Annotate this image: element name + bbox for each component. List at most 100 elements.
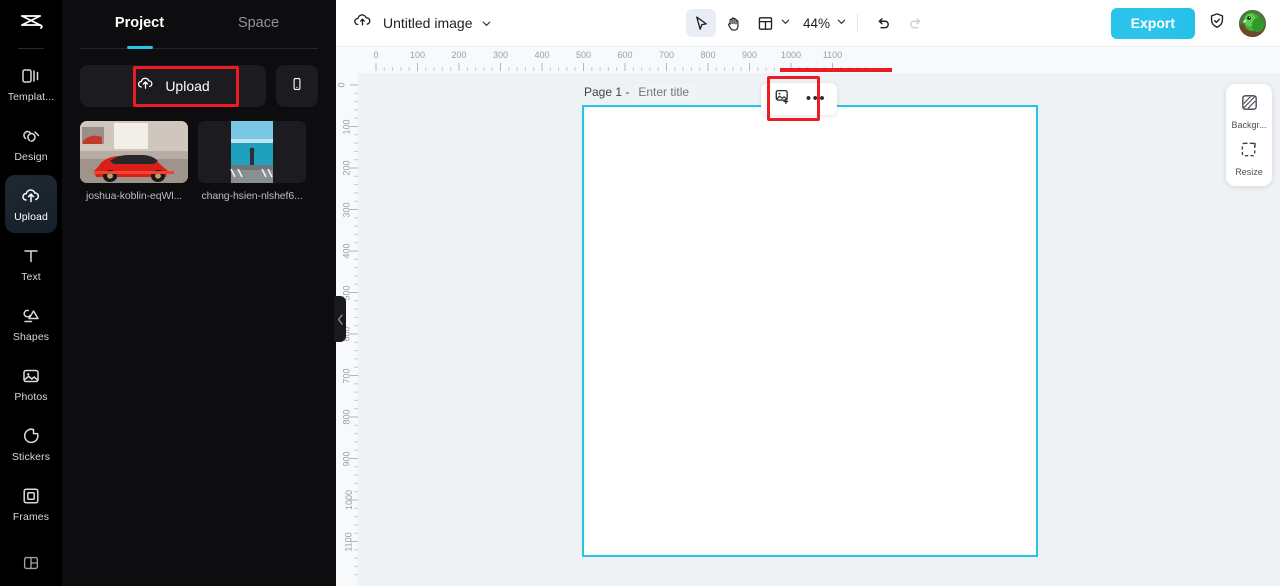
shapes-icon bbox=[20, 305, 42, 327]
text-icon bbox=[20, 245, 42, 267]
sidebar-item-shapes[interactable]: Shapes bbox=[5, 295, 57, 353]
rail-divider bbox=[18, 48, 44, 49]
sidebar-item-label: Stickers bbox=[11, 451, 51, 463]
chevron-down-icon[interactable] bbox=[481, 18, 492, 29]
ruler-tick-label: 1000 bbox=[344, 489, 355, 511]
mobile-phone-icon bbox=[289, 76, 305, 97]
topbar-right-group: Export bbox=[1110, 7, 1266, 39]
main-area: Untitled image 44% Export 0 100 200 300 … bbox=[336, 0, 1280, 586]
resize-frame-icon bbox=[1240, 140, 1259, 164]
sidebar-item-templates[interactable]: Templat... bbox=[5, 55, 57, 113]
toolbar-divider bbox=[857, 14, 859, 32]
ruler-tick-label: 1000 bbox=[780, 50, 802, 60]
background-button-label: Backgr... bbox=[1231, 120, 1267, 130]
upload-button[interactable]: Upload bbox=[80, 65, 266, 107]
photo-icon bbox=[20, 365, 42, 387]
sidebar-item-label: Templat... bbox=[7, 91, 55, 103]
more-options-button[interactable]: ••• bbox=[799, 85, 833, 113]
upload-row: Upload bbox=[62, 49, 336, 107]
sidebar-item-photos[interactable]: Photos bbox=[5, 355, 57, 413]
shield-check-icon[interactable] bbox=[1207, 11, 1227, 36]
ruler-tick-label: 800 bbox=[700, 50, 716, 60]
resize-button[interactable]: Resize bbox=[1227, 140, 1271, 177]
avatar[interactable] bbox=[1239, 9, 1266, 37]
ruler-tick-label: 300 bbox=[492, 50, 509, 60]
cloud-sync-icon[interactable] bbox=[352, 10, 373, 36]
canvas-page[interactable] bbox=[582, 105, 1038, 557]
asset-thumbnail[interactable] bbox=[198, 121, 306, 183]
redo-button[interactable] bbox=[900, 9, 930, 37]
background-button[interactable]: Backgr... bbox=[1227, 93, 1271, 130]
upload-button-label: Upload bbox=[165, 78, 210, 94]
sidebar-item-frames[interactable]: Frames bbox=[5, 475, 57, 533]
sidebar-item-label: Upload bbox=[14, 211, 48, 223]
select-tool[interactable] bbox=[685, 9, 716, 37]
layout-tool[interactable] bbox=[750, 9, 780, 37]
panel-collapse-handle[interactable] bbox=[334, 296, 346, 342]
ruler-tick-label: 200 bbox=[341, 160, 352, 176]
hand-tool[interactable] bbox=[718, 9, 748, 37]
asset-thumbnail-list: joshua-koblin-eqWl... chang-hsien-nlshef… bbox=[62, 107, 336, 202]
rail-bottom-action[interactable] bbox=[0, 553, 62, 578]
mobile-upload-button[interactable] bbox=[276, 65, 318, 107]
sidebar-item-text[interactable]: Text bbox=[5, 235, 57, 293]
ruler-tick-label: 200 bbox=[451, 50, 467, 60]
cloud-upload-icon bbox=[136, 74, 155, 98]
add-image-icon bbox=[774, 88, 791, 110]
panel-tab-bar: Project Space bbox=[62, 0, 336, 46]
layout-tool-group[interactable] bbox=[750, 9, 791, 37]
sidebar-item-label: Frames bbox=[12, 511, 50, 523]
asset-thumbnail[interactable] bbox=[80, 121, 188, 183]
canvas-workspace[interactable]: 0 100 200 300 400 500 600 700 800 900 1000 1100 0 10… bbox=[336, 47, 1280, 586]
background-pattern-icon bbox=[1240, 93, 1259, 117]
capcut-logo-icon[interactable] bbox=[0, 0, 62, 48]
ruler-selection-highlight bbox=[780, 68, 892, 72]
page-title-input[interactable] bbox=[635, 84, 698, 100]
page-action-bar: ••• bbox=[761, 83, 837, 115]
app-root: Templat... Design Upload Text Shapes Pho… bbox=[0, 0, 1280, 586]
ruler-tick-label: 900 bbox=[341, 450, 352, 467]
ruler-tick-label: 1100 bbox=[822, 50, 843, 60]
sidebar-item-upload[interactable]: Upload bbox=[5, 175, 57, 233]
chevron-down-icon[interactable] bbox=[780, 14, 791, 32]
add-image-button[interactable] bbox=[765, 85, 799, 113]
ruler-tick-label: 100 bbox=[409, 50, 426, 60]
canvas-side-panel: Backgr... Resize bbox=[1226, 84, 1272, 186]
ruler-tick-label: 300 bbox=[341, 201, 352, 218]
page-label: Page 1 - bbox=[584, 85, 630, 99]
frame-icon bbox=[20, 485, 42, 507]
sidebar-item-design[interactable]: Design bbox=[5, 115, 57, 173]
resize-button-label: Resize bbox=[1235, 167, 1263, 177]
layout-grid-icon bbox=[21, 553, 41, 578]
ruler-tick-label: 800 bbox=[341, 409, 352, 425]
sticker-icon bbox=[20, 425, 42, 447]
template-icon bbox=[20, 65, 42, 87]
ruler-tick-label: 400 bbox=[534, 50, 550, 60]
list-item[interactable]: chang-hsien-nlshef6... bbox=[198, 121, 306, 202]
ruler-tick-label: 700 bbox=[658, 50, 675, 60]
asset-name: chang-hsien-nlshef6... bbox=[201, 190, 303, 202]
page-header: Page 1 - bbox=[584, 84, 698, 100]
sidebar-item-label: Photos bbox=[14, 391, 48, 403]
tab-space[interactable]: Space bbox=[199, 0, 318, 46]
sidebar-item-label: Text bbox=[21, 271, 41, 283]
ruler-tick-label: 900 bbox=[741, 50, 758, 60]
design-icon bbox=[20, 125, 42, 147]
zoom-level-value[interactable]: 44% bbox=[793, 16, 836, 31]
document-title[interactable]: Untitled image bbox=[383, 15, 473, 31]
ruler-tick-label: 500 bbox=[575, 50, 592, 60]
assets-panel: Project Space Upload joshua-koblin-eqWl.… bbox=[62, 0, 346, 586]
export-button[interactable]: Export bbox=[1110, 7, 1195, 39]
list-item[interactable]: joshua-koblin-eqWl... bbox=[80, 121, 188, 202]
ruler-tick-label: 400 bbox=[341, 243, 352, 259]
undo-button[interactable] bbox=[868, 9, 898, 37]
sidebar-item-stickers[interactable]: Stickers bbox=[5, 415, 57, 473]
more-options-icon: ••• bbox=[805, 90, 827, 107]
ruler-tick-label: 0 bbox=[336, 82, 347, 88]
zoom-control[interactable]: 44% bbox=[793, 14, 847, 32]
ruler-tick-label: 600 bbox=[617, 50, 633, 60]
top-toolbar: Untitled image 44% Export bbox=[336, 0, 1280, 47]
tab-project[interactable]: Project bbox=[80, 0, 199, 46]
chevron-left-icon bbox=[337, 313, 344, 325]
chevron-down-icon[interactable] bbox=[836, 14, 847, 32]
